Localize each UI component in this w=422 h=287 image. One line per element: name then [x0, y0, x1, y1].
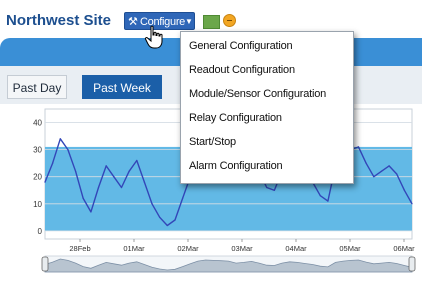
x-tick-label: 06Mar — [393, 244, 415, 253]
data-point — [128, 170, 130, 172]
status-green-icon[interactable] — [203, 15, 220, 29]
configure-menu: General Configuration Readout Configurat… — [180, 31, 354, 184]
data-point — [357, 146, 360, 148]
data-point — [411, 203, 413, 205]
data-point — [90, 211, 92, 213]
data-point — [105, 165, 107, 167]
x-tick-label: 01Mar — [123, 244, 145, 253]
data-point — [327, 200, 329, 202]
menu-item-start-stop[interactable]: Start/Stop — [189, 136, 236, 148]
data-point — [97, 186, 100, 189]
data-point — [143, 181, 145, 183]
navigator-right-handle[interactable] — [408, 256, 416, 272]
data-point — [74, 170, 77, 172]
menu-item-relay-configuration[interactable]: Relay Configuration — [189, 112, 282, 124]
data-point — [166, 224, 168, 227]
status-orange-icon[interactable] — [223, 14, 236, 27]
data-point — [151, 203, 153, 205]
menu-item-readout-configuration[interactable]: Readout Configuration — [189, 64, 295, 76]
data-point — [396, 173, 398, 175]
x-tick-label: 02Mar — [177, 244, 199, 253]
data-point — [388, 165, 390, 167]
data-point — [59, 138, 61, 140]
data-point — [266, 186, 268, 189]
data-point — [44, 181, 46, 183]
y-tick-label: 30 — [33, 146, 42, 155]
y-tick-label: 20 — [33, 173, 42, 182]
navigator-left-handle[interactable] — [41, 256, 49, 272]
menu-item-module-sensor-configuration[interactable]: Module/Sensor Configuration — [189, 88, 326, 100]
data-point — [52, 162, 54, 164]
y-tick-label: 10 — [33, 200, 42, 209]
data-point — [182, 197, 184, 199]
data-point — [380, 170, 383, 172]
data-point — [159, 216, 161, 218]
tab-past-day[interactable]: Past Day — [7, 75, 67, 99]
x-tick-label: 04Mar — [285, 244, 307, 253]
data-point — [82, 197, 84, 199]
x-tick-label: 28Feb — [69, 244, 90, 253]
wrench-icon: ⚒ — [128, 16, 138, 28]
data-point — [403, 189, 405, 191]
x-tick-label: 05Mar — [339, 244, 361, 253]
y-tick-label: 0 — [38, 227, 43, 236]
menu-item-alarm-configuration[interactable]: Alarm Configuration — [189, 160, 283, 172]
data-point — [174, 219, 176, 221]
menu-item-general-configuration[interactable]: General Configuration — [189, 40, 293, 52]
caret-down-icon: ▼ — [185, 17, 193, 26]
data-point — [67, 149, 69, 151]
data-point — [136, 159, 138, 162]
data-point — [113, 176, 115, 178]
data-point — [365, 162, 367, 164]
data-point — [373, 176, 375, 178]
tab-past-week[interactable]: Past Week — [82, 75, 162, 99]
y-tick-label: 40 — [33, 119, 42, 128]
data-point — [273, 189, 275, 191]
data-point — [120, 186, 123, 189]
x-tick-label: 03Mar — [231, 244, 253, 253]
site-title: Northwest Site — [6, 12, 112, 29]
hand-cursor-icon — [144, 25, 163, 49]
data-point — [319, 195, 321, 197]
